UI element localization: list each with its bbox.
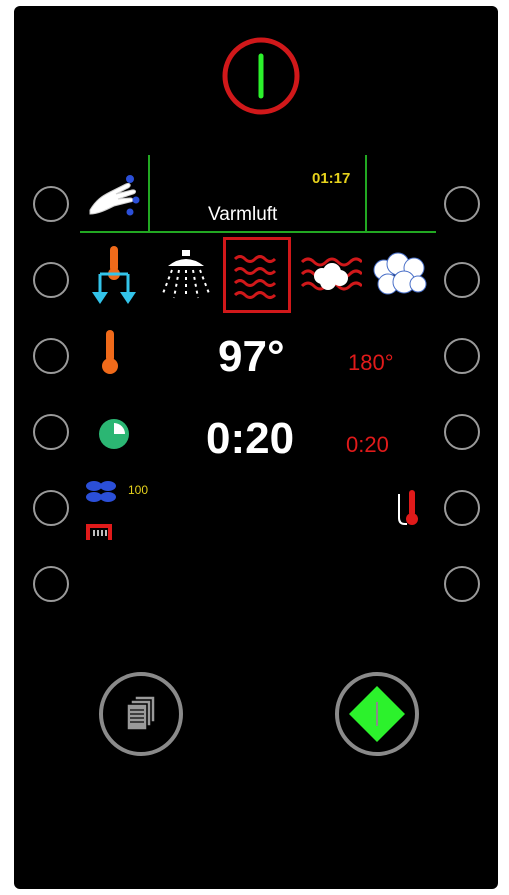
combi-steam-waves-icon [300, 257, 364, 291]
core-probe-icon[interactable] [395, 488, 421, 528]
power-button[interactable] [219, 34, 303, 118]
core-temperature-icon[interactable] [98, 328, 122, 376]
divider-left [148, 155, 150, 232]
fan-icon[interactable] [84, 478, 118, 504]
side-button-left-5[interactable] [33, 490, 69, 526]
mode-cool-down[interactable] [88, 244, 140, 306]
pages-icon [99, 672, 183, 756]
thermometer-arrows-down-icon [92, 246, 136, 304]
mode-hot-air[interactable] [223, 237, 291, 313]
cleaning-hand-icon[interactable] [86, 170, 144, 218]
timer-icon[interactable] [97, 417, 131, 451]
actual-temperature: 97° [218, 332, 285, 381]
side-button-right-1[interactable] [444, 186, 480, 222]
mode-steam-shower[interactable] [158, 250, 214, 300]
thermometer-icon [102, 330, 118, 374]
set-temperature[interactable]: 180° [348, 350, 394, 376]
program-book-button[interactable] [97, 670, 185, 758]
start-button[interactable] [333, 670, 421, 758]
mode-combi[interactable] [300, 250, 364, 300]
power-icon [222, 37, 300, 115]
set-time[interactable]: 0:20 [346, 432, 389, 458]
actual-time: 0:20 [206, 414, 295, 463]
program-name: Varmluft [208, 204, 278, 225]
side-button-right-6[interactable] [444, 566, 480, 602]
side-button-left-4[interactable] [33, 414, 69, 450]
side-button-right-4[interactable] [444, 414, 480, 450]
side-button-left-6[interactable] [33, 566, 69, 602]
shower-icon [161, 250, 211, 299]
hot-air-waves-icon [223, 237, 291, 313]
divider-right [365, 155, 367, 232]
side-button-left-3[interactable] [33, 338, 69, 374]
start-diamond-icon [335, 672, 419, 756]
heating-element-icon [84, 520, 114, 542]
side-button-left-1[interactable] [33, 186, 69, 222]
side-button-right-3[interactable] [444, 338, 480, 374]
side-button-right-2[interactable] [444, 262, 480, 298]
mode-steam[interactable] [370, 250, 430, 300]
side-button-right-5[interactable] [444, 490, 480, 526]
clock-display: 01:17 [312, 170, 351, 187]
divider-horizontal [80, 231, 436, 233]
side-button-left-2[interactable] [33, 262, 69, 298]
fan-speed-value: 100 [128, 483, 149, 497]
steam-cloud-icon [373, 252, 427, 295]
